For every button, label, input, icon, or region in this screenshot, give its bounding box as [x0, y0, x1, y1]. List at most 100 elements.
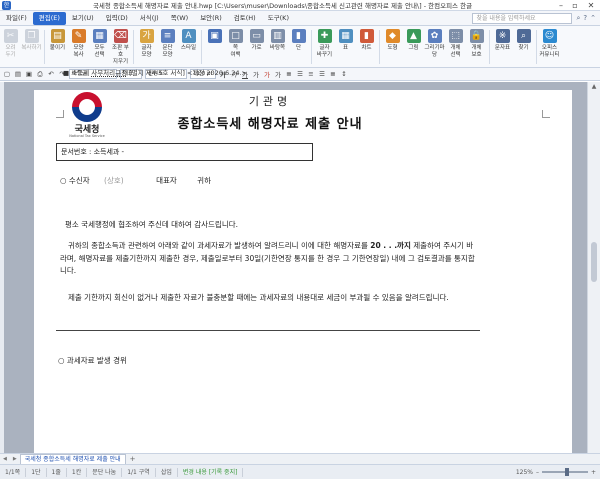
title-bar: 한 국세청 종합소득세 해명자료 제출 안내.hwp [C:\Users\mus… [0, 0, 600, 11]
status-line: 1줄 [47, 467, 67, 477]
ribbon-button-clipart[interactable]: ✿ 그리기마당 [424, 28, 445, 59]
ribbon-button-scissors[interactable]: ✂ 오려 두기 [0, 28, 21, 59]
ribbon-collapse-icon[interactable]: ⌃ [590, 14, 596, 23]
char-shape-icon: 가 [139, 29, 154, 43]
ribbon-separator [311, 30, 312, 64]
strikethrough-icon[interactable]: 가 [252, 69, 260, 79]
help-icon[interactable]: ? [583, 14, 587, 23]
ribbon-button-format-copy[interactable]: ✎ 모양 복사 [68, 28, 89, 59]
maximize-button[interactable]: ▫ [568, 0, 582, 11]
symbol-icon: ※ [495, 29, 510, 43]
distribute-icon[interactable]: ≣ [329, 70, 337, 78]
menu-view[interactable]: 보기(U) [66, 12, 100, 25]
ribbon-button-replace-char[interactable]: ✚ 글자 바꾸기 [314, 28, 335, 59]
language-select[interactable]: 대표 [120, 69, 142, 79]
new-doc-icon[interactable]: ▢ [3, 70, 11, 78]
picture-icon: ▲ [406, 29, 421, 43]
menu-edit[interactable]: 편집(E) [32, 11, 66, 25]
ribbon-button-select-all[interactable]: ▦ 모두 선택 [89, 28, 110, 59]
ribbon-button-clear-codes[interactable]: ⌫ 조판 부호 지우기 [110, 28, 131, 66]
menu-insert[interactable]: 입력(D) [100, 12, 134, 25]
ribbon-button-symbol[interactable]: ※ 문자표 [492, 28, 513, 52]
minimize-button[interactable]: – [554, 0, 568, 11]
font-size-select[interactable]: 11.0 pt [190, 69, 216, 79]
undo-icon[interactable]: ↶ [47, 70, 55, 78]
align-right-icon[interactable]: ☰ [318, 70, 326, 78]
menu-review[interactable]: 검토(H) [228, 12, 262, 25]
ribbon-button-page-margin[interactable]: □ 쪽 여백 [225, 28, 246, 59]
align-center-icon[interactable]: ≡ [307, 70, 315, 78]
ribbon-button-master-page[interactable]: ▥ 바탕쪽 [267, 28, 288, 52]
ribbon-button-chart[interactable]: ▮ 차트 [356, 28, 377, 52]
zoom-slider[interactable] [541, 468, 588, 476]
ribbon-button-copy[interactable]: ❐ 복사하기 [21, 28, 42, 52]
document-tab-bar: ◀ ▶ 국세청 종합소득세 해명자료 제출 안내 + [0, 453, 600, 464]
menu-file[interactable]: 파일(F) [0, 12, 33, 25]
line-spacing-icon[interactable]: ↕ [340, 70, 348, 78]
redo-icon[interactable]: ↷ [58, 70, 66, 78]
close-button[interactable]: ✕ [582, 0, 600, 11]
menu-format[interactable]: 서식(J) [134, 12, 165, 25]
print-icon[interactable]: ⎙ [36, 70, 44, 79]
vertical-scrollbar[interactable]: ▲ [587, 82, 600, 453]
zoom-level[interactable]: 125% [516, 469, 533, 476]
ribbon-button-find[interactable]: ⌕ 찾기 [513, 28, 534, 52]
font-select[interactable]: 신명조 [145, 69, 187, 79]
ribbon-button-style[interactable]: A 스타일 [178, 28, 199, 52]
highlight-icon[interactable]: 가 [274, 69, 282, 79]
ribbon-button-char-shape[interactable]: 가 글자 모양 [136, 28, 157, 59]
ribbon-button-paste[interactable]: ▤ 붙이기 [47, 28, 68, 52]
scroll-thumb[interactable] [591, 242, 597, 282]
ribbon-button-landscape[interactable]: ▭ 가로 [246, 28, 267, 52]
zoom-slider-knob[interactable] [564, 468, 569, 476]
status-page[interactable]: 1/1쪽 [0, 467, 27, 477]
open-icon[interactable]: ▤ [14, 70, 22, 78]
tab-next-icon[interactable]: ▶ [10, 456, 20, 462]
align-justify-icon[interactable]: ≣ [285, 70, 293, 78]
zoom-in-icon[interactable]: + [591, 469, 596, 476]
style-icon: A [181, 29, 196, 43]
save-icon[interactable]: ▣ [25, 70, 33, 78]
hwp-app-icon: 한 [2, 0, 11, 10]
document-canvas [4, 82, 587, 453]
ribbon-button-picture[interactable]: ▲ 그림 [403, 28, 424, 52]
copy-icon: ❐ [24, 29, 39, 43]
ribbon-button-layout[interactable]: ▣ [204, 28, 225, 45]
align-left-icon[interactable]: ☰ [296, 70, 304, 78]
ribbon-button-para-shape[interactable]: ≡ 문단 모양 [157, 28, 178, 59]
ribbon-button-label: 문단 모양 [162, 45, 173, 58]
ribbon-button-shape[interactable]: ◆ 도형 [382, 28, 403, 52]
search-input[interactable]: 찾을 내용을 입력하세요 [472, 12, 573, 24]
status-area: 1/1 구역 [122, 467, 156, 477]
zoom-out-icon[interactable]: – [536, 469, 539, 476]
table-icon: ▦ [338, 29, 353, 43]
status-section: 1단 [26, 467, 47, 477]
format-copy-icon: ✎ [71, 29, 86, 43]
document-page[interactable] [34, 90, 572, 453]
italic-icon[interactable]: 가 [230, 69, 238, 79]
tab-active-document[interactable]: 국세청 종합소득세 해명자료 제출 안내 [19, 454, 126, 464]
ribbon-button-object-protect[interactable]: 🔒 개체 보호 [466, 28, 487, 59]
menu-tools[interactable]: 도구(K) [262, 12, 295, 25]
underline-icon[interactable]: 가 [241, 69, 249, 79]
menu-page[interactable]: 쪽(W) [165, 12, 194, 25]
status-track-changes[interactable]: 변경 내용 [기록 중지] [178, 467, 244, 477]
ribbon-button-label: 그림 [408, 45, 419, 51]
ribbon-button-columns[interactable]: ▮ 단 [288, 28, 309, 52]
ribbon-button-label: 붙이기 [49, 45, 66, 51]
ribbon-button-community[interactable]: ☺ 오피스 커뮤니티 [539, 28, 560, 59]
ribbon-button-label: 단 [295, 45, 302, 51]
status-mode[interactable]: 삽입 [156, 467, 178, 477]
font-color-icon[interactable]: 가 [263, 69, 271, 79]
menu-security[interactable]: 보안(R) [194, 12, 228, 25]
search-icon[interactable]: ⌕ [576, 14, 580, 23]
style-select[interactable]: 바탕글 [69, 69, 117, 79]
para-shape-icon: ≡ [160, 29, 175, 43]
ribbon-button-label: 그리기마당 [424, 45, 445, 58]
scroll-up-icon[interactable]: ▲ [588, 82, 600, 92]
tab-prev-icon[interactable]: ◀ [0, 456, 10, 462]
ribbon-button-table[interactable]: ▦ 표 [335, 28, 356, 52]
add-tab-icon[interactable]: + [130, 455, 136, 463]
ribbon-button-object-select[interactable]: ⬚ 개체 선택 [445, 28, 466, 59]
bold-icon[interactable]: 가 [219, 69, 227, 79]
